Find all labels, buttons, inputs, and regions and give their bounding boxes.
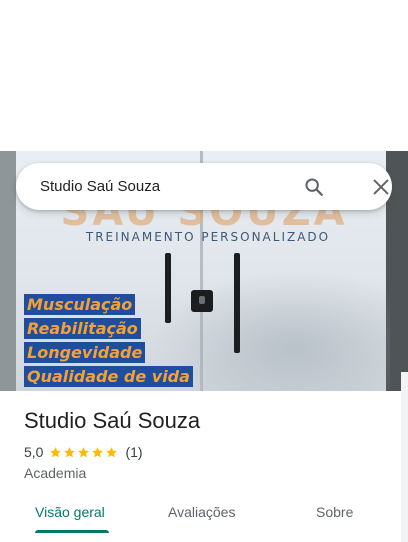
star-icon xyxy=(78,446,90,457)
star-icon xyxy=(50,446,62,457)
star-icon xyxy=(106,446,118,457)
photo-services-list: Musculação Reabilitação Longevidade Qual… xyxy=(24,294,193,390)
active-tab-indicator xyxy=(35,530,109,533)
tab-bar: Visão geral Avaliações Sobre xyxy=(0,490,408,542)
search-bar[interactable]: Studio Saú Souza xyxy=(16,163,392,210)
scrollbar[interactable] xyxy=(401,372,408,542)
search-input[interactable]: Studio Saú Souza xyxy=(40,178,160,195)
rating-row[interactable]: 5,0 (1) xyxy=(24,444,143,460)
place-category[interactable]: Academia xyxy=(24,465,86,481)
tab-about[interactable]: Sobre xyxy=(316,504,353,520)
door-frame-left xyxy=(0,151,16,391)
door-handle-right xyxy=(234,253,240,353)
place-title: Studio Saú Souza xyxy=(24,408,201,433)
star-rating xyxy=(49,446,119,459)
review-count[interactable]: (1) xyxy=(125,444,142,460)
close-icon[interactable] xyxy=(370,176,392,198)
blank-area xyxy=(0,0,408,151)
photo-service: Longevidade xyxy=(24,342,146,363)
search-icon[interactable] xyxy=(303,176,325,198)
tab-overview[interactable]: Visão geral xyxy=(35,504,105,520)
photo-service: Qualidade de vida xyxy=(24,366,193,387)
door-lock xyxy=(191,290,213,312)
star-icon xyxy=(64,446,76,457)
photo-service: Musculação xyxy=(24,294,136,315)
photo-service: Reabilitação xyxy=(24,318,141,339)
rating-value: 5,0 xyxy=(24,444,44,460)
photo-tagline: TREINAMENTO PERSONALIZADO xyxy=(85,230,331,244)
star-icon xyxy=(92,446,104,457)
tab-reviews[interactable]: Avaliações xyxy=(168,504,235,520)
